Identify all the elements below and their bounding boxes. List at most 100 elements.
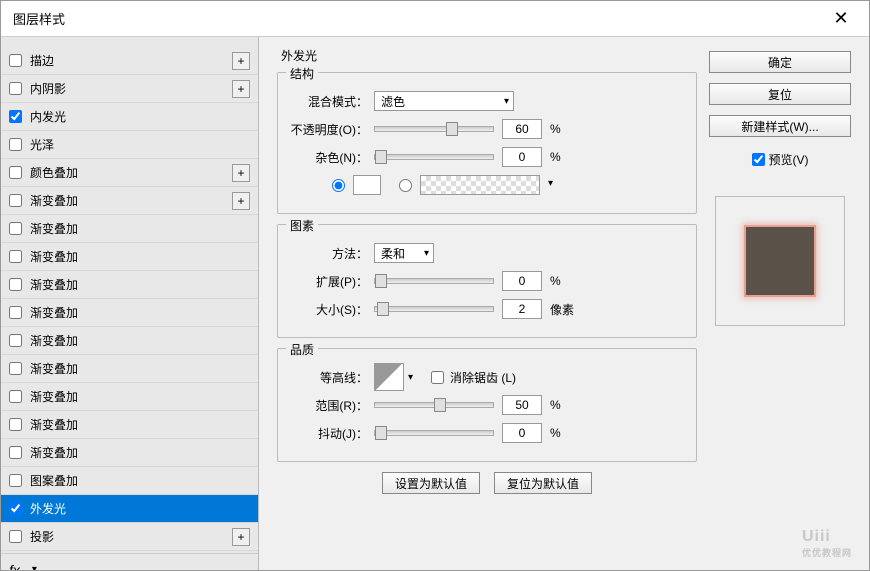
spread-label: 扩展(P)： [288, 273, 374, 290]
reset-button[interactable]: 复位 [709, 83, 851, 105]
opacity-slider[interactable] [374, 126, 494, 132]
style-item-11[interactable]: 渐变叠加 [1, 355, 258, 383]
range-input[interactable] [502, 395, 542, 415]
style-item-label: 渐变叠加 [30, 304, 250, 321]
style-checkbox[interactable] [9, 54, 22, 67]
noise-unit: % [550, 150, 561, 164]
style-item-label: 渐变叠加 [30, 360, 250, 377]
style-item-label: 图案叠加 [30, 472, 250, 489]
set-default-button[interactable]: 设置为默认值 [382, 472, 480, 494]
style-item-2[interactable]: 内发光 [1, 103, 258, 131]
add-effect-icon[interactable]: + [232, 80, 250, 98]
style-checkbox[interactable] [9, 306, 22, 319]
style-item-label: 描边 [30, 52, 232, 69]
style-item-14[interactable]: 渐变叠加 [1, 439, 258, 467]
noise-input[interactable] [502, 147, 542, 167]
style-checkbox[interactable] [9, 446, 22, 459]
reset-default-button[interactable]: 复位为默认值 [494, 472, 592, 494]
range-unit: % [550, 398, 561, 412]
style-checkbox[interactable] [9, 166, 22, 179]
style-checkbox[interactable] [9, 250, 22, 263]
fx-toolbar: fx ▾ [1, 553, 258, 570]
jitter-label: 抖动(J)： [288, 425, 374, 442]
style-item-label: 渐变叠加 [30, 220, 250, 237]
size-unit: 像素 [550, 301, 574, 318]
dialog-title: 图层样式 [13, 9, 825, 28]
contour-picker[interactable] [374, 363, 404, 391]
element-title: 图素 [286, 217, 318, 234]
style-item-6[interactable]: 渐变叠加 [1, 215, 258, 243]
ok-button[interactable]: 确定 [709, 51, 851, 73]
range-slider[interactable] [374, 402, 494, 408]
style-item-12[interactable]: 渐变叠加 [1, 383, 258, 411]
blend-mode-select[interactable]: 滤色 [374, 91, 514, 111]
spread-input[interactable] [502, 271, 542, 291]
add-effect-icon[interactable]: + [232, 52, 250, 70]
noise-slider[interactable] [374, 154, 494, 160]
style-checkbox[interactable] [9, 334, 22, 347]
spread-unit: % [550, 274, 561, 288]
style-item-4[interactable]: 颜色叠加+ [1, 159, 258, 187]
preview-swatch [744, 225, 816, 297]
style-checkbox[interactable] [9, 418, 22, 431]
spread-slider[interactable] [374, 278, 494, 284]
preview-box [715, 196, 845, 326]
add-effect-icon[interactable]: + [232, 164, 250, 182]
gradient-swatch[interactable] [420, 175, 540, 195]
gradient-radio[interactable] [399, 179, 412, 192]
style-item-17[interactable]: 投影+ [1, 523, 258, 551]
style-checkbox[interactable] [9, 362, 22, 375]
opacity-input[interactable] [502, 119, 542, 139]
add-effect-icon[interactable]: + [232, 192, 250, 210]
style-item-15[interactable]: 图案叠加 [1, 467, 258, 495]
style-item-5[interactable]: 渐变叠加+ [1, 187, 258, 215]
close-icon[interactable]: ✕ [825, 3, 857, 35]
jitter-input[interactable] [502, 423, 542, 443]
style-item-label: 投影 [30, 528, 232, 545]
style-item-8[interactable]: 渐变叠加 [1, 271, 258, 299]
style-item-0[interactable]: 描边+ [1, 47, 258, 75]
style-checkbox[interactable] [9, 278, 22, 291]
opacity-unit: % [550, 122, 561, 136]
style-item-label: 渐变叠加 [30, 332, 250, 349]
fx-icon[interactable]: fx [9, 562, 20, 571]
preview-checkbox[interactable] [752, 153, 765, 166]
style-item-1[interactable]: 内阴影+ [1, 75, 258, 103]
blend-mode-label: 混合模式： [288, 93, 374, 110]
antialias-checkbox[interactable] [431, 371, 444, 384]
color-radio[interactable] [332, 179, 345, 192]
style-item-7[interactable]: 渐变叠加 [1, 243, 258, 271]
style-checkbox[interactable] [9, 502, 22, 515]
style-checkbox[interactable] [9, 138, 22, 151]
method-select[interactable]: 柔和 [374, 243, 434, 263]
method-label: 方法： [288, 245, 374, 262]
style-checkbox[interactable] [9, 474, 22, 487]
new-style-button[interactable]: 新建样式(W)... [709, 115, 851, 137]
preview-label: 预览(V) [769, 151, 809, 168]
size-slider[interactable] [374, 306, 494, 312]
style-checkbox[interactable] [9, 110, 22, 123]
titlebar: 图层样式 ✕ [1, 1, 869, 37]
style-checkbox[interactable] [9, 530, 22, 543]
style-checkbox[interactable] [9, 390, 22, 403]
add-effect-icon[interactable]: + [232, 528, 250, 546]
style-item-label: 光泽 [30, 136, 250, 153]
style-item-9[interactable]: 渐变叠加 [1, 299, 258, 327]
style-checkbox[interactable] [9, 222, 22, 235]
watermark: Uiii 优优教程网 [802, 528, 852, 559]
color-swatch[interactable] [353, 175, 381, 195]
style-checkbox[interactable] [9, 194, 22, 207]
jitter-unit: % [550, 426, 561, 440]
style-item-label: 渐变叠加 [30, 444, 250, 461]
style-item-3[interactable]: 光泽 [1, 131, 258, 159]
size-input[interactable] [502, 299, 542, 319]
style-item-10[interactable]: 渐变叠加 [1, 327, 258, 355]
style-item-16[interactable]: 外发光 [1, 495, 258, 523]
jitter-slider[interactable] [374, 430, 494, 436]
style-checkbox[interactable] [9, 82, 22, 95]
chevron-down-icon[interactable]: ▾ [32, 564, 37, 570]
noise-label: 杂色(N)： [288, 149, 374, 166]
chevron-down-icon[interactable]: ▾ [408, 372, 413, 383]
style-item-13[interactable]: 渐变叠加 [1, 411, 258, 439]
antialias-label: 消除锯齿 (L) [450, 369, 516, 386]
